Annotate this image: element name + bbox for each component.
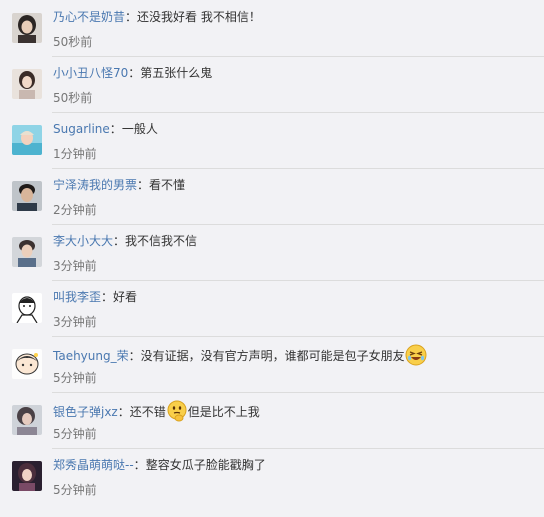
comment-time: 50秒前 [53,35,93,49]
comment-line: 银色子弹jxz：还不错 但是比不上我 [53,400,260,422]
comment-item: 乃心不是奶昔：还没我好看 我不相信！ 50秒前 [0,0,544,56]
comment-time: 5分钟前 [53,483,97,497]
name-separator: ： [128,66,141,80]
user-name-link[interactable]: 乃心不是奶昔 [53,10,125,24]
laughing-emoji-icon [405,344,427,366]
user-name-link[interactable]: Sugarline [53,122,110,136]
comment-time: 5分钟前 [53,427,97,441]
comment-item: Sugarline：一般人 1分钟前 [0,112,544,168]
name-separator: ： [109,122,122,136]
comment-line: 李大小大大：我不信我不信 [53,232,197,250]
comment-item: 宁泽涛我的男票：看不懂 2分钟前 [0,168,544,224]
avatar[interactable] [12,181,42,211]
comment-text: 第五张什么鬼 [140,66,213,80]
user-name-link[interactable]: 李大小大大 [53,234,113,248]
comment-time: 5分钟前 [53,371,97,385]
comment-time: 50秒前 [53,91,93,105]
avatar[interactable] [12,293,42,323]
comment-time: 3分钟前 [53,259,97,273]
name-separator: ： [117,405,130,419]
comment-line: 叫我李歪：好看 [53,288,137,306]
divider [52,56,544,57]
avatar[interactable] [12,13,42,43]
name-separator: ： [133,458,146,472]
comment-line: 郑秀晶萌萌哒--：整容女瓜子脸能戳胸了 [53,456,266,474]
comment-item: 李大小大大：我不信我不信 3分钟前 [0,224,544,280]
divider [52,224,544,225]
divider [52,392,544,393]
comment-item: Taehyung_荣：没有证据，没有官方声明，谁都可能是包子女朋友 5分钟前 [0,336,544,392]
comment-text: 看不懂 [149,178,186,192]
avatar[interactable] [12,349,42,379]
comment-item: 小小丑八怪70：第五张什么鬼 50秒前 [0,56,544,112]
divider [52,280,544,281]
thinking-emoji-icon [166,400,188,422]
comment-line: Taehyung_荣：没有证据，没有官方声明，谁都可能是包子女朋友 [53,344,427,366]
comment-item: 叫我李歪：好看 3分钟前 [0,280,544,336]
name-separator: ： [137,178,150,192]
user-name-link[interactable]: Taehyung_荣 [53,349,129,363]
avatar[interactable] [12,69,42,99]
comment-text: 整容女瓜子脸能戳胸了 [145,458,266,472]
user-name-link[interactable]: 宁泽涛我的男票 [53,178,137,192]
comment-item: 银色子弹jxz：还不错 但是比不上我 5分钟前 [0,392,544,448]
user-name-link[interactable]: 银色子弹jxz [53,405,118,419]
divider [52,168,544,169]
comment-line: 小小丑八怪70：第五张什么鬼 [53,64,212,82]
comment-line: 乃心不是奶昔：还没我好看 我不相信！ [53,8,261,26]
comment-line: Sugarline：一般人 [53,120,158,138]
comment-time: 2分钟前 [53,203,97,217]
avatar[interactable] [12,461,42,491]
divider [52,112,544,113]
avatar[interactable] [12,125,42,155]
divider [52,336,544,337]
comment-list: 乃心不是奶昔：还没我好看 我不相信！ 50秒前 小小丑八怪70：第五张什么鬼 5… [0,0,544,517]
comment-item: 郑秀晶萌萌哒--：整容女瓜子脸能戳胸了 5分钟前 [0,448,544,504]
name-separator: ： [125,10,138,24]
comment-text: 好看 [113,290,138,304]
comment-text: 没有证据，没有官方声明，谁都可能是包子女朋友 [140,349,405,363]
comment-text: 一般人 [121,122,158,136]
user-name-link[interactable]: 叫我李歪 [53,290,101,304]
comment-time: 3分钟前 [53,315,97,329]
name-separator: ： [101,290,114,304]
comment-text: 还没我好看 我不相信！ [137,10,261,24]
user-name-link[interactable]: 小小丑八怪70 [53,66,128,80]
avatar[interactable] [12,237,42,267]
avatar[interactable] [12,405,42,435]
name-separator: ： [128,349,141,363]
comment-text: 还不错 [129,405,166,419]
comment-time: 1分钟前 [53,147,97,161]
name-separator: ： [113,234,126,248]
comment-text: 但是比不上我 [187,405,260,419]
comment-text: 我不信我不信 [125,234,198,248]
divider [52,448,544,449]
comment-line: 宁泽涛我的男票：看不懂 [53,176,185,194]
user-name-link[interactable]: 郑秀晶萌萌哒-- [53,458,134,472]
